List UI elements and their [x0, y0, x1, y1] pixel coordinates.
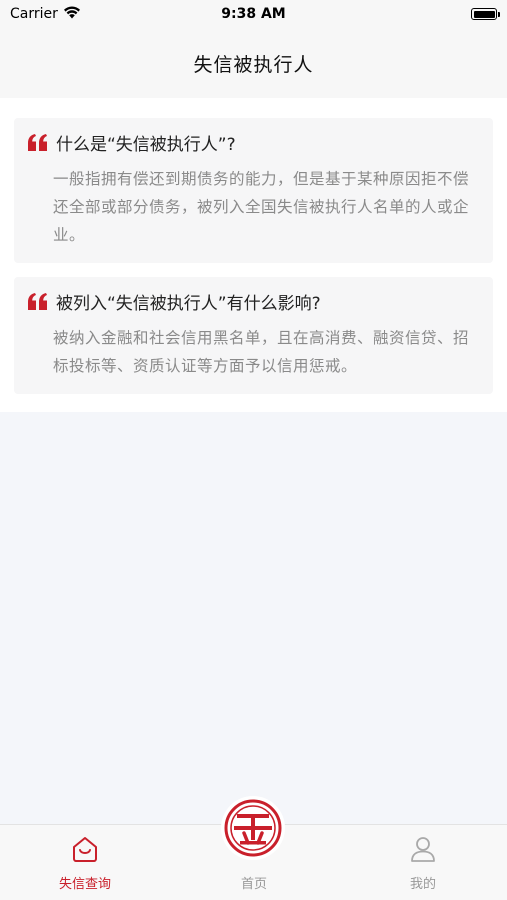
- info-card: 被列入“失信被执行人”有什么影响? 被纳入金融和社会信用黑名单，且在高消费、融资…: [14, 277, 493, 394]
- content-panel: 什么是“失信被执行人”? 一般指拥有偿还到期债务的能力，但是基于某种原因拒不偿还…: [0, 98, 507, 412]
- quote-icon: [28, 292, 50, 312]
- wifi-icon: [63, 5, 81, 23]
- logo-icon[interactable]: [221, 796, 285, 860]
- status-left: Carrier: [10, 5, 81, 23]
- tab-credit-query[interactable]: 失信查询: [40, 825, 130, 900]
- tab-label: 失信查询: [58, 877, 111, 892]
- card-body: 被纳入金融和社会信用黑名单，且在高消费、融资信贷、招标投标等、资质认证等方面予以…: [53, 329, 470, 375]
- card-header: 什么是“失信被执行人”?: [28, 130, 479, 155]
- nav-bar: 失信被执行人: [0, 28, 507, 98]
- carrier-label: Carrier: [10, 6, 58, 22]
- tab-mine[interactable]: 我的: [378, 825, 468, 900]
- tab-label: 我的: [409, 877, 436, 892]
- info-card: 什么是“失信被执行人”? 一般指拥有偿还到期债务的能力，但是基于某种原因拒不偿还…: [14, 118, 493, 263]
- user-icon: [409, 835, 437, 867]
- page-title: 失信被执行人: [193, 53, 314, 76]
- card-title: 什么是“失信被执行人”?: [56, 135, 236, 155]
- battery-icon: [471, 8, 500, 20]
- card-title: 被列入“失信被执行人”有什么影响?: [56, 294, 321, 314]
- tab-label: 首页: [240, 877, 267, 892]
- status-bar: Carrier: [0, 0, 507, 28]
- quote-icon: [28, 133, 50, 153]
- card-header: 被列入“失信被执行人”有什么影响?: [28, 289, 479, 314]
- home-icon: [71, 835, 99, 867]
- card-body: 一般指拥有偿还到期债务的能力，但是基于某种原因拒不偿还全部或部分债务，被列入全国…: [53, 170, 470, 244]
